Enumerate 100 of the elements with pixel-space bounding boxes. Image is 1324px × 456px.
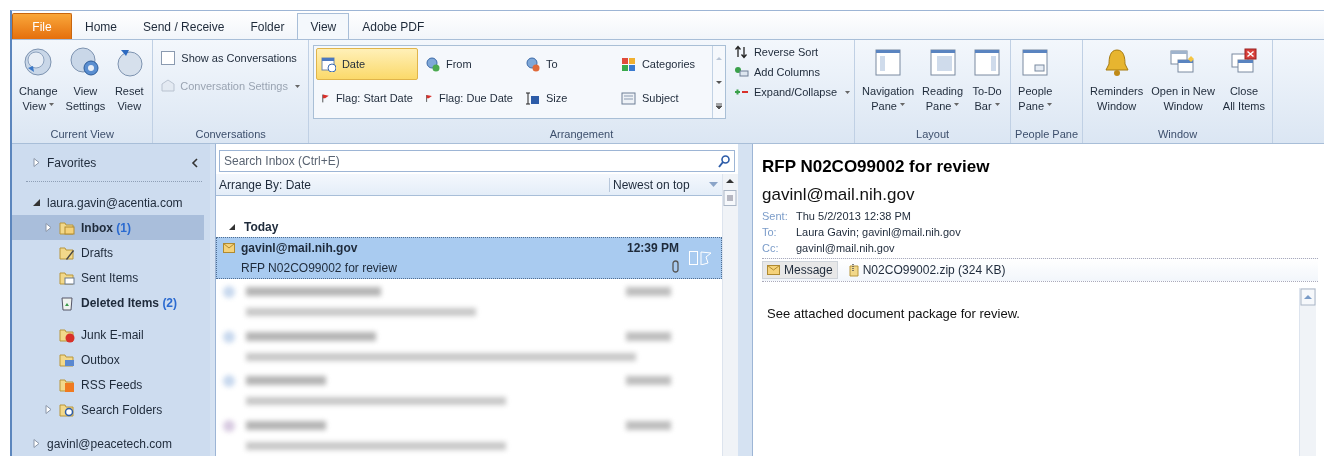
folder-name: Junk E-mail <box>81 327 144 342</box>
field-label: Sent: <box>762 210 789 222</box>
arrange-by-header[interactable]: Arrange By: Date <box>216 177 609 192</box>
ribbon-tab[interactable]: View <box>297 13 350 39</box>
expanded-arrow-icon[interactable] <box>229 223 235 230</box>
ribbon-tab[interactable]: Adobe PDF <box>349 13 438 39</box>
ribbon-button[interactable]: Reading Pane <box>919 43 967 117</box>
folder-name: laura.gavin@acentia.com <box>47 195 183 210</box>
folder-item[interactable]: Outbox <box>12 347 204 372</box>
message-body: See attached document package for review. <box>766 305 1021 323</box>
field-value: gavinl@mail.nih.gov <box>796 242 896 254</box>
add-columns-icon <box>733 65 749 79</box>
field-value: Laura Gavin; gavinl@mail.nih.gov <box>796 226 962 238</box>
expanded-arrow-icon[interactable] <box>32 198 41 207</box>
ribbon-button[interactable]: To-Do Bar <box>968 43 1007 117</box>
collapsed-arrow-icon[interactable] <box>32 158 41 167</box>
folder-item[interactable]: Inbox (1) <box>12 215 204 240</box>
size-icon <box>524 90 540 106</box>
message-subject: RFP N02CO99002 for review <box>241 261 398 276</box>
folder-item[interactable]: Sent Items <box>12 265 204 290</box>
sender-address: gavinl@mail.nih.gov <box>762 185 916 205</box>
ribbon-tab[interactable]: Send / Receive <box>130 13 238 39</box>
flag-icon[interactable] <box>699 251 712 266</box>
change-view-icon <box>22 46 55 78</box>
ribbon-tab[interactable]: Folder <box>237 13 298 39</box>
attachment-item[interactable]: N02CO99002.zip (324 KB) <box>843 261 1011 279</box>
group-label: Conversations <box>194 127 267 142</box>
collapsed-arrow-icon[interactable] <box>44 405 53 414</box>
person-icon <box>424 56 440 72</box>
ribbon-button[interactable]: Close All Items <box>1219 43 1269 117</box>
arrangement-option[interactable]: To <box>519 48 614 80</box>
ribbon-command[interactable]: Add Columns <box>733 65 851 79</box>
search-icon[interactable] <box>718 155 730 168</box>
ribbon-button[interactable]: People Pane <box>1015 43 1056 117</box>
field-value: Thu 5/2/2013 12:38 PM <box>796 210 912 222</box>
message-time: 12:39 PM <box>626 241 679 256</box>
arrangement-option[interactable]: Date <box>315 48 418 80</box>
ribbon-command[interactable]: Expand/Collapse <box>733 85 851 99</box>
folder-item[interactable]: Search Folders <box>12 397 204 422</box>
field-label: Cc: <box>762 242 780 254</box>
ribbon-button[interactable]: Reset View <box>110 43 149 117</box>
ribbon-button[interactable]: Navigation Pane <box>859 43 918 117</box>
color-squares-icon <box>620 56 636 72</box>
arrangement-option[interactable]: Subject <box>615 82 710 114</box>
calendar-icon <box>320 56 336 72</box>
group-label: People Pane <box>1015 127 1079 142</box>
person-icon <box>524 56 540 72</box>
junk-folder-icon <box>59 326 75 343</box>
folder-item[interactable]: Favorites <box>12 150 204 175</box>
ribbon-button[interactable]: Change View <box>16 43 61 117</box>
folder-name: Favorites <box>47 155 97 170</box>
ribbon-button[interactable]: Open in New Window <box>1148 43 1218 117</box>
search-field[interactable]: Search Inbox (Ctrl+E) <box>219 150 735 172</box>
inbox-folder-icon <box>59 219 75 236</box>
scrollbar[interactable] <box>722 174 738 456</box>
folder-item[interactable]: laura.gavin@acentia.com <box>12 190 204 215</box>
folder-item[interactable]: RSS Feeds <box>12 372 204 397</box>
trash-icon <box>59 294 75 311</box>
scrollbar-thumb[interactable] <box>723 190 737 206</box>
ribbon-tab[interactable]: Home <box>72 13 130 39</box>
scrollbar[interactable] <box>1299 288 1316 456</box>
arrangement-option[interactable]: From <box>419 48 518 80</box>
folder-name: Outbox <box>81 352 120 367</box>
dropdown-icon[interactable] <box>709 182 718 188</box>
folder-item[interactable]: Deleted Items (2) <box>12 290 204 315</box>
search-folder-icon <box>59 401 75 418</box>
collapsed-arrow-icon[interactable] <box>44 223 53 232</box>
settings-icon <box>69 46 102 78</box>
folder-name: Search Folders <box>81 402 163 417</box>
arrangement-option[interactable]: Size <box>519 82 614 114</box>
group-label: Window <box>1157 127 1199 142</box>
arrangement-option[interactable]: Categories <box>615 48 710 80</box>
arrangement-option[interactable]: Flag: Due Date <box>419 82 518 114</box>
folder-item[interactable]: gavinl@peacetech.com <box>12 431 204 456</box>
folder-name: Drafts <box>81 245 113 260</box>
zip-file-icon <box>848 263 859 277</box>
category-icon[interactable] <box>688 251 698 266</box>
ribbon-button[interactable]: Reminders Window <box>1087 43 1147 117</box>
ribbon-button[interactable]: View Settings <box>62 43 109 117</box>
folder-name: Deleted Items (2) <box>81 295 178 310</box>
folder-item[interactable]: Drafts <box>12 240 204 265</box>
field-label: To: <box>762 226 778 238</box>
message-item[interactable]: gavinl@mail.nih.gov 12:39 PM RFP N02CO99002 for review <box>216 237 722 280</box>
collapsed-arrow-icon[interactable] <box>32 439 41 448</box>
sort-arrows-icon <box>733 45 749 59</box>
document-icon <box>620 90 636 106</box>
message-tab[interactable]: Message <box>762 261 838 279</box>
drafts-folder-icon <box>59 244 75 261</box>
rss-folder-icon <box>59 376 75 393</box>
ribbon-command[interactable]: Reverse Sort <box>733 45 851 59</box>
collapse-icon[interactable] <box>191 157 198 168</box>
folder-item[interactable]: Junk E-mail <box>12 322 204 347</box>
message-sender: gavinl@mail.nih.gov <box>241 241 359 256</box>
group-label: Current View <box>49 127 115 142</box>
group-label: Layout <box>915 127 951 142</box>
sent-folder-icon <box>59 269 75 286</box>
arrangement-option[interactable]: Flag: Start Date <box>315 82 418 114</box>
show-conversations-checkbox[interactable]: Show as Conversations <box>161 51 300 65</box>
outbox-folder-icon <box>59 351 75 368</box>
group-header: Today <box>244 219 279 234</box>
